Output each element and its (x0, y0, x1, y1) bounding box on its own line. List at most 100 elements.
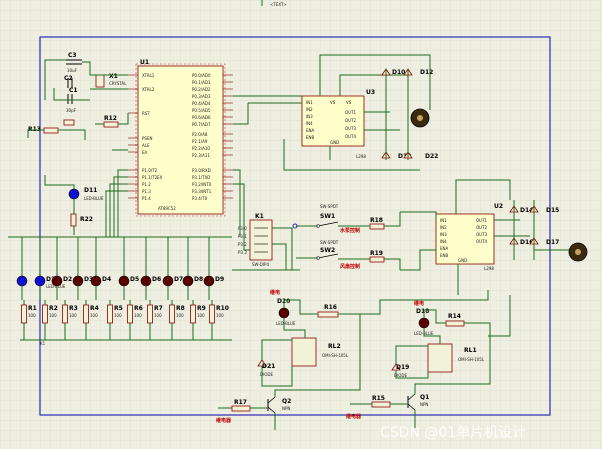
svg-text:ENB: ENB (306, 135, 315, 140)
resistor-value: 100 (90, 313, 98, 318)
resistor-ref: R10 (216, 305, 229, 312)
svg-text:NPN: NPN (420, 402, 428, 407)
svg-text:NPN: NPN (282, 406, 290, 411)
dip-switch-k1[interactable]: K1 SW-DIP4 (249, 213, 273, 267)
svg-text:OUT4: OUT4 (476, 239, 488, 244)
svg-text:P1.3: P1.3 (142, 189, 151, 194)
svg-text:X1: X1 (109, 73, 118, 80)
motor-2[interactable] (568, 242, 588, 262)
svg-text:RST: RST (142, 111, 150, 116)
resistor-ref: R4 (90, 305, 99, 312)
svg-text:P3.0: P3.0 (238, 226, 247, 231)
svg-text:D15: D15 (546, 207, 559, 214)
svg-text:IN2: IN2 (440, 225, 447, 230)
svg-text:RL1: RL1 (464, 347, 477, 354)
svg-text:RL2: RL2 (328, 343, 341, 350)
svg-text:R14: R14 (448, 313, 461, 320)
svg-text:P3.0/RXD: P3.0/RXD (192, 168, 211, 173)
resistor-r19[interactable]: R19 (369, 250, 385, 263)
svg-text:P2.0/A8: P2.0/A8 (192, 132, 208, 137)
svg-text:L298: L298 (356, 154, 366, 159)
svg-text:Q1: Q1 (420, 394, 429, 401)
svg-text:R15: R15 (372, 395, 385, 402)
svg-text:P0.1/AD1: P0.1/AD1 (192, 80, 211, 85)
svg-text:VS: VS (330, 100, 336, 105)
resistor-ref: R3 (69, 305, 78, 312)
resistor-value: 100 (69, 313, 77, 318)
svg-text:XTAL1: XTAL1 (142, 73, 155, 78)
resistor-value: 100 (28, 313, 36, 318)
svg-text:IN4: IN4 (440, 239, 447, 244)
resistor-ref: R7 (154, 305, 163, 312)
led-ref: D6 (152, 276, 161, 283)
svg-text:C1: C1 (69, 87, 78, 94)
svg-text:SW-SPDT: SW-SPDT (320, 204, 339, 209)
resistor-value: 100 (114, 313, 122, 318)
ctrl-label-2: 继电器 (346, 413, 362, 420)
svg-text:30pF: 30pF (66, 108, 77, 113)
resistor-ref: R5 (114, 305, 123, 312)
svg-text:D11: D11 (84, 187, 97, 194)
svg-text:P0.2/AD2: P0.2/AD2 (192, 87, 211, 92)
svg-text:P3.2/INT0: P3.2/INT0 (192, 182, 212, 187)
svg-text:D22: D22 (425, 153, 438, 160)
svg-text:OUT4: OUT4 (345, 134, 357, 139)
svg-text:水泵控制: 水泵控制 (339, 227, 360, 234)
mcu-ref: U1 (140, 59, 149, 66)
svg-text:P3.2: P3.2 (238, 242, 247, 247)
mcu-chip[interactable]: U1 AT89C52 XTAL1 XTAL2 RST PSEN ALE EA P… (135, 59, 226, 217)
svg-text:P3.4/T0: P3.4/T0 (192, 196, 208, 201)
svg-text:LED-BLUE: LED-BLUE (276, 321, 296, 326)
resistor-value: 100 (154, 313, 162, 318)
svg-text:OMI-SH-105L: OMI-SH-105L (458, 357, 485, 362)
svg-text:P1.4: P1.4 (142, 196, 151, 201)
watermark: CSDN @01单片机设计 (380, 425, 526, 441)
svg-text:P0.3/AD3: P0.3/AD3 (192, 94, 211, 99)
svg-text:ENA: ENA (440, 246, 449, 251)
resistor-ref: R1 (28, 305, 37, 312)
mcu-part: AT89C52 (158, 206, 176, 211)
svg-text:P2.1/A9: P2.1/A9 (192, 139, 208, 144)
led-ref: D7 (174, 276, 183, 283)
svg-text:P2.2/A10: P2.2/A10 (192, 146, 210, 151)
svg-text:LED-BLUE: LED-BLUE (84, 196, 104, 201)
svg-text:P2.3/A11: P2.3/A11 (192, 153, 210, 158)
svg-text:P0.4/AD4: P0.4/AD4 (192, 101, 211, 106)
resistor-r12[interactable]: R12 (103, 115, 119, 128)
svg-text:D18: D18 (416, 308, 429, 315)
svg-text:OUT1: OUT1 (345, 110, 357, 115)
svg-text:继电: 继电 (270, 289, 280, 296)
svg-text:R12: R12 (104, 115, 117, 122)
resistor-ref: R2 (49, 305, 58, 312)
led-ref: D4 (102, 276, 111, 283)
ctrl-label-1: 继电器 (216, 417, 232, 424)
svg-text:SW1: SW1 (320, 213, 335, 220)
resistor-r11[interactable] (63, 119, 75, 126)
svg-text:R18: R18 (370, 217, 383, 224)
svg-text:IN1: IN1 (306, 100, 313, 105)
resistor-ref: R8 (176, 305, 185, 312)
svg-text:R17: R17 (234, 399, 247, 406)
led-ref: D8 (194, 276, 203, 283)
svg-text:P0.5/AD5: P0.5/AD5 (192, 108, 211, 113)
svg-text:L298: L298 (484, 266, 494, 271)
svg-text:P3.3/INT1: P3.3/INT1 (192, 189, 212, 194)
resistor-value: 100 (49, 313, 57, 318)
resistor-ref: R6 (134, 305, 143, 312)
svg-text:10uF: 10uF (67, 68, 78, 73)
svg-text:OUT2: OUT2 (476, 225, 488, 230)
svg-text:EA: EA (142, 150, 148, 155)
svg-text:OUT3: OUT3 (476, 232, 488, 237)
motor-1[interactable] (410, 108, 430, 128)
svg-text:IN3: IN3 (440, 232, 447, 237)
svg-text:K1: K1 (40, 341, 46, 346)
svg-text:P0.6/AD6: P0.6/AD6 (192, 115, 211, 120)
svg-text:PSEN: PSEN (142, 136, 152, 141)
resistor-r18[interactable]: R18 (369, 217, 385, 230)
resistor-value: 100 (176, 313, 184, 318)
svg-text:P1.1/T2EX: P1.1/T2EX (142, 175, 163, 180)
svg-text:<TEXT>: <TEXT> (270, 2, 287, 7)
svg-text:SW-SPDT: SW-SPDT (320, 240, 339, 245)
svg-text:Q2: Q2 (282, 398, 291, 405)
svg-text:风扇控制: 风扇控制 (340, 263, 360, 270)
